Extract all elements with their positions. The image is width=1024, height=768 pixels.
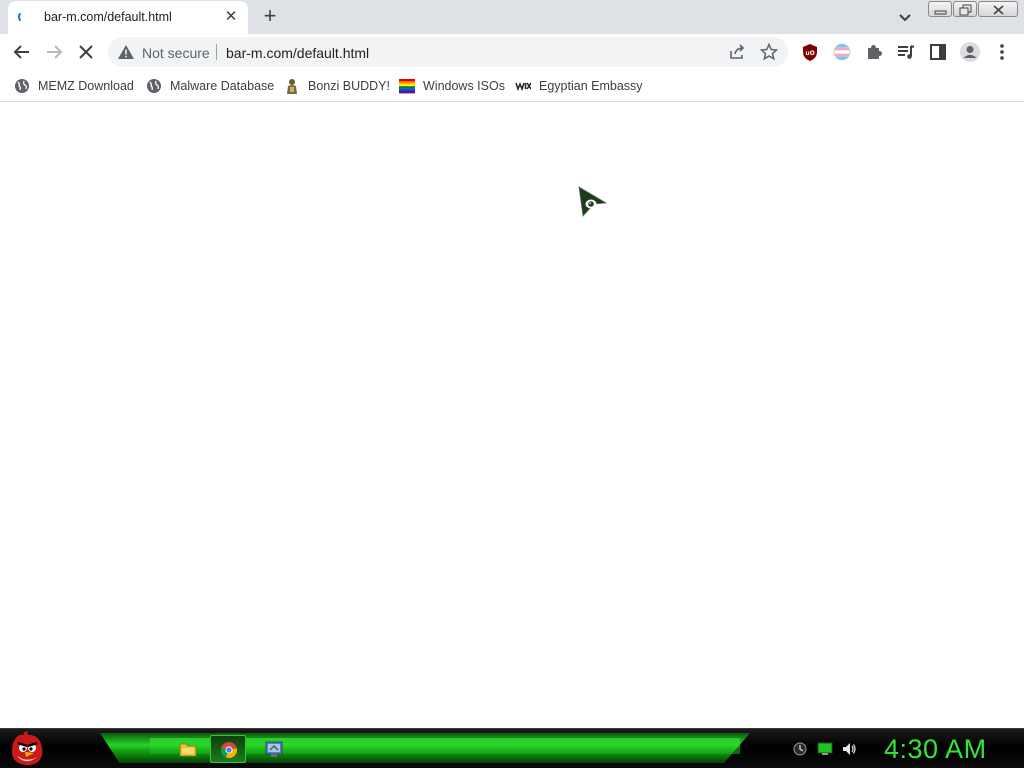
minimize-icon	[934, 10, 947, 15]
bookmark-label: MEMZ Download	[38, 79, 134, 93]
tab-close-icon[interactable]: ✕	[222, 8, 240, 26]
svg-text:uO: uO	[805, 50, 814, 57]
back-arrow-icon	[13, 45, 29, 59]
browser-toolbar: Not secure bar-m.com/default.html uO	[0, 34, 1024, 70]
volume-icon[interactable]	[841, 741, 857, 757]
page-content[interactable]	[0, 103, 1024, 728]
bookmark-egyptian-embassy[interactable]: Egyptian Embassy	[515, 76, 643, 96]
restore-button[interactable]	[953, 1, 977, 17]
puzzle-icon	[868, 45, 882, 59]
extensions-button[interactable]	[861, 39, 887, 65]
minimize-button[interactable]	[928, 1, 952, 17]
bookmark-label: Malware Database	[170, 79, 275, 93]
stop-loading-button[interactable]	[73, 39, 99, 65]
url-text[interactable]: bar-m.com/default.html	[226, 45, 369, 61]
taskbar-clock[interactable]: 4:30 AM	[884, 734, 987, 765]
bookmark-label: Egyptian Embassy	[539, 79, 643, 93]
side-panel-button[interactable]	[925, 39, 951, 65]
close-icon	[993, 5, 1004, 15]
ublock-extension-button[interactable]: uO	[797, 39, 823, 65]
browser-menu-button[interactable]	[989, 39, 1015, 65]
omnibox-divider	[216, 44, 217, 60]
address-bar[interactable]: Not secure bar-m.com/default.html	[108, 37, 788, 67]
tab-search-button[interactable]	[894, 6, 916, 28]
taskbar-file-explorer[interactable]	[170, 735, 206, 763]
trans-flag-icon	[833, 43, 851, 61]
security-status[interactable]: Not secure	[142, 45, 210, 61]
bookmark-memz-download[interactable]: MEMZ Download	[14, 76, 134, 96]
eye-cursor-icon	[578, 186, 608, 217]
bookmark-bonzi-buddy[interactable]: Bonzi BUDDY!	[284, 76, 390, 96]
loading-spinner-icon	[18, 11, 30, 23]
restore-icon	[959, 4, 972, 16]
kebab-menu-icon	[1000, 44, 1004, 60]
file-explorer-icon	[179, 743, 197, 757]
profile-button[interactable]	[957, 39, 983, 65]
globe-icon	[15, 79, 29, 93]
stop-icon	[79, 45, 93, 59]
bookmark-label: Bonzi BUDDY!	[308, 79, 390, 93]
avatar-icon	[960, 42, 980, 62]
tab-strip: bar-m.com/default.html ✕ +	[0, 0, 1024, 34]
browser-tab[interactable]: bar-m.com/default.html ✕	[8, 1, 248, 34]
chrome-icon	[220, 742, 238, 758]
bookmark-star-icon[interactable]	[760, 43, 778, 61]
media-control-button[interactable]	[893, 39, 919, 65]
back-button[interactable]	[9, 39, 35, 65]
globe-icon	[147, 79, 161, 93]
taskbar: 4:30 AM	[0, 728, 1024, 768]
taskbar-chrome[interactable]	[210, 735, 246, 763]
tab-title: bar-m.com/default.html	[44, 10, 172, 24]
music-queue-icon	[898, 45, 915, 59]
side-panel-icon	[930, 44, 946, 60]
control-panel-icon	[265, 741, 283, 757]
wix-icon	[515, 81, 531, 92]
chevron-down-icon	[899, 14, 911, 22]
close-window-button[interactable]	[978, 1, 1018, 17]
new-tab-button[interactable]: +	[258, 5, 282, 29]
taskbar-control-panel[interactable]	[256, 735, 292, 763]
ublock-icon: uO	[803, 44, 817, 61]
bookmark-windows-isos[interactable]: Windows ISOs	[399, 76, 505, 96]
forward-arrow-icon	[47, 45, 63, 59]
rainbow-flag-icon	[399, 79, 415, 94]
bonzi-icon	[287, 79, 297, 94]
network-icon[interactable]	[792, 741, 808, 757]
bookmarks-bar: MEMZ Download Malware Database Bonzi BUD…	[0, 70, 1024, 102]
bookmark-malware-database[interactable]: Malware Database	[146, 76, 275, 96]
bookmark-label: Windows ISOs	[423, 79, 505, 93]
forward-button[interactable]	[41, 39, 67, 65]
warning-icon	[118, 45, 134, 59]
share-icon[interactable]	[728, 43, 746, 61]
start-button-angry-bird-icon[interactable]	[8, 731, 46, 767]
monitor-icon[interactable]	[817, 741, 833, 757]
flag-extension-button[interactable]	[829, 39, 855, 65]
